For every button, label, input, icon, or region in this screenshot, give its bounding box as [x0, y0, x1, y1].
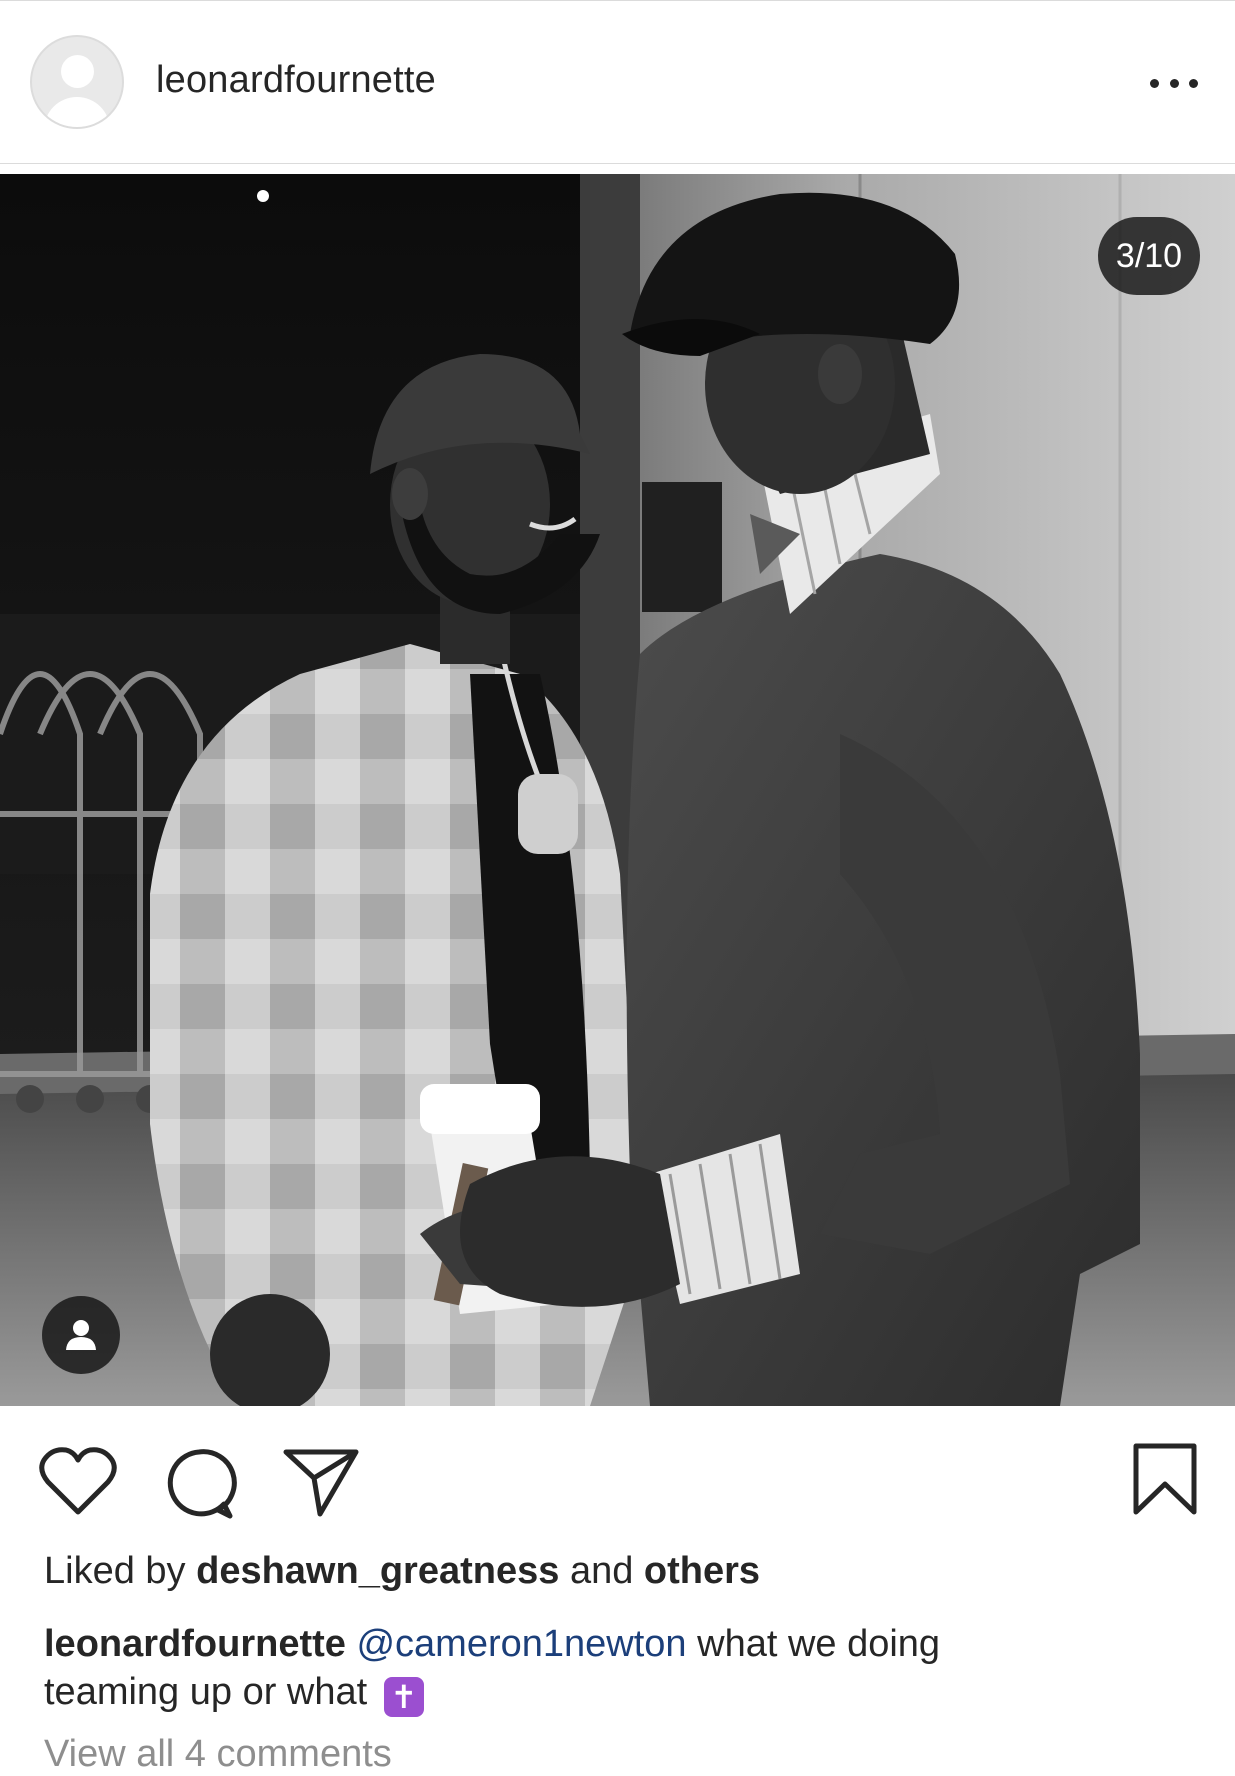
- paper-plane-icon[interactable]: [282, 1444, 360, 1518]
- heart-icon[interactable]: [38, 1444, 118, 1518]
- caption-text-line2: teaming up or what: [44, 1671, 368, 1713]
- person-tag-icon[interactable]: [42, 1296, 120, 1374]
- post-caption: leonardfournette @cameron1newton what we…: [44, 1620, 1194, 1717]
- avatar-body: [44, 97, 110, 127]
- likes-summary[interactable]: Liked by deshawn_greatness and others: [44, 1550, 760, 1593]
- bookmark-glyph: [1133, 1443, 1197, 1515]
- caption-username[interactable]: leonardfournette: [44, 1623, 346, 1665]
- avatar[interactable]: [30, 35, 124, 129]
- person-glyph: [66, 1320, 96, 1350]
- post-photo[interactable]: [0, 174, 1235, 1406]
- likes-others[interactable]: others: [644, 1550, 760, 1592]
- paper-plane-glyph: [283, 1449, 359, 1517]
- bookmark-icon[interactable]: [1132, 1442, 1198, 1516]
- more-horizontal-icon[interactable]: [1150, 71, 1198, 95]
- comment-glyph: [167, 1449, 237, 1519]
- view-all-comments-link[interactable]: View all 4 comments: [44, 1733, 392, 1776]
- post-header: leonardfournette: [0, 0, 1235, 164]
- liker-username[interactable]: deshawn_greatness: [196, 1550, 559, 1592]
- cross-emoji-icon: ✝: [383, 1677, 424, 1717]
- post-username[interactable]: leonardfournette: [156, 59, 436, 102]
- avatar-head: [61, 55, 94, 88]
- more-dot: [1189, 78, 1198, 88]
- caption-text-line1: what we doing: [697, 1623, 941, 1665]
- heart-glyph: [39, 1447, 117, 1515]
- more-dot: [1150, 78, 1159, 88]
- photo-scene: [0, 174, 1235, 1406]
- more-dot: [1169, 78, 1179, 88]
- comment-icon[interactable]: [160, 1444, 238, 1522]
- caption-mention[interactable]: @cameron1newton: [356, 1623, 686, 1665]
- likes-prefix: Liked by: [44, 1550, 186, 1592]
- likes-connector: and: [569, 1550, 634, 1592]
- photo-counter: 3/10: [1098, 217, 1200, 295]
